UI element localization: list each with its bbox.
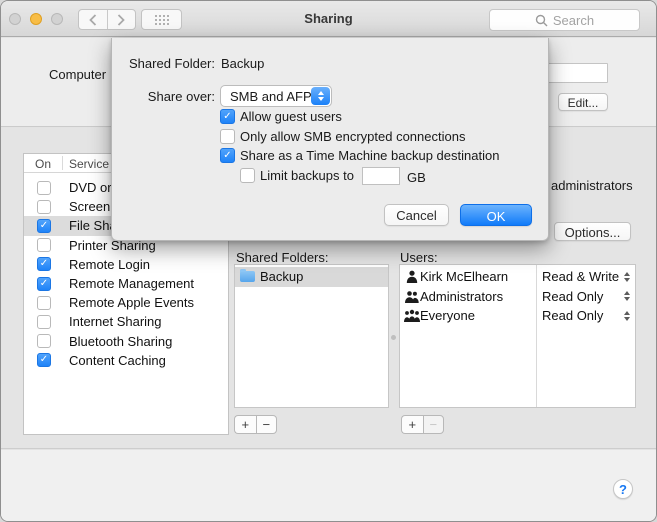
permission-stepper[interactable]	[624, 311, 630, 321]
add-folder-button[interactable]: +	[234, 415, 256, 434]
service-row-remote-login[interactable]: Remote Login	[24, 255, 228, 274]
search-placeholder: Search	[553, 13, 594, 28]
service-checkbox[interactable]	[37, 181, 51, 195]
folder-icon	[240, 271, 255, 282]
limit-gb-field[interactable]	[362, 167, 400, 185]
titlebar: Sharing Search	[1, 1, 656, 37]
user-name: Everyone	[420, 308, 475, 323]
service-row-remote-management[interactable]: Remote Management	[24, 274, 228, 293]
folder-name: Backup	[260, 269, 303, 284]
service-label: Bluetooth Sharing	[69, 334, 172, 349]
service-label: Content Caching	[69, 353, 166, 368]
add-user-button[interactable]: +	[401, 415, 423, 434]
permission-value: Read & Write	[542, 269, 619, 284]
shared-folders-label: Shared Folders:	[236, 250, 329, 265]
user-row-kirk[interactable]: Kirk McElhearn Read & Write	[400, 267, 635, 287]
shared-folder-value: Backup	[221, 56, 264, 71]
limit-backups-row: Limit backups to	[240, 168, 354, 183]
cancel-button[interactable]: Cancel	[384, 204, 449, 226]
service-checkbox[interactable]	[37, 238, 51, 252]
service-label: Internet Sharing	[69, 314, 162, 329]
smb-encrypted-checkbox[interactable]	[220, 129, 235, 144]
service-checkbox[interactable]	[37, 353, 51, 367]
user-name: Kirk McElhearn	[420, 269, 508, 284]
service-checkbox[interactable]	[37, 277, 51, 291]
group-icon	[403, 290, 420, 303]
time-machine-row: Share as a Time Machine backup destinati…	[220, 148, 499, 163]
ok-button[interactable]: OK	[460, 204, 532, 226]
remove-user-button: −	[423, 415, 445, 434]
search-field[interactable]: Search	[489, 9, 640, 31]
service-label: File Sha	[69, 218, 117, 233]
shared-folders-controls: + −	[234, 415, 277, 434]
users-label: Users:	[400, 250, 438, 265]
share-over-label: Share over:	[112, 89, 215, 104]
list-splitter-handle[interactable]	[391, 335, 396, 340]
permission-value: Read Only	[542, 308, 603, 323]
permission-value: Read Only	[542, 289, 603, 304]
service-checkbox[interactable]	[37, 219, 51, 233]
service-label: DVD or	[69, 180, 112, 195]
permission-stepper[interactable]	[624, 272, 630, 282]
bottom-bar	[1, 450, 656, 522]
service-row-internet-sharing[interactable]: Internet Sharing	[24, 312, 228, 331]
share-over-popup[interactable]: SMB and AFP	[220, 85, 332, 107]
column-header-service: Service	[69, 157, 109, 171]
sharing-preferences-window: Sharing Search Computer Edit... On Servi…	[0, 0, 657, 522]
service-checkbox[interactable]	[37, 315, 51, 329]
users-controls: + −	[401, 415, 444, 434]
help-button[interactable]: ?	[613, 479, 633, 499]
user-name: Administrators	[420, 289, 503, 304]
file-sharing-options-sheet: Shared Folder: Backup Share over: SMB an…	[111, 38, 549, 241]
time-machine-checkbox[interactable]	[220, 148, 235, 163]
time-machine-label: Share as a Time Machine backup destinati…	[240, 148, 499, 163]
service-row-bluetooth-sharing[interactable]: Bluetooth Sharing	[24, 332, 228, 351]
everyone-icon	[403, 309, 420, 322]
popup-stepper-icon	[311, 87, 330, 105]
users-list: Kirk McElhearn Read & Write Administrato…	[399, 264, 636, 408]
service-label: Remote Login	[69, 257, 150, 272]
allow-guest-users-checkbox[interactable]	[220, 109, 235, 124]
service-label: Remote Management	[69, 276, 194, 291]
service-row-content-caching[interactable]: Content Caching	[24, 351, 228, 370]
limit-backups-label: Limit backups to	[260, 168, 354, 183]
smb-encrypted-label: Only allow SMB encrypted connections	[240, 129, 465, 144]
allow-guest-users-row: Allow guest users	[220, 109, 342, 124]
single-user-icon	[403, 270, 420, 283]
shared-folder-label: Shared Folder:	[112, 56, 215, 71]
remove-folder-button[interactable]: −	[256, 415, 278, 434]
gb-unit-label: GB	[407, 170, 426, 185]
service-checkbox[interactable]	[37, 296, 51, 310]
user-row-everyone[interactable]: Everyone Read Only	[400, 306, 635, 326]
column-header-on: On	[35, 157, 51, 171]
computer-name-label: Computer	[49, 67, 106, 82]
service-label: Remote Apple Events	[69, 295, 194, 310]
share-over-value: SMB and AFP	[230, 89, 312, 104]
search-icon	[535, 14, 548, 27]
shared-folders-list: Backup	[234, 264, 389, 408]
permission-stepper[interactable]	[624, 291, 630, 301]
service-checkbox[interactable]	[37, 257, 51, 271]
limit-backups-checkbox[interactable]	[240, 168, 255, 183]
service-checkbox[interactable]	[37, 200, 51, 214]
shared-folder-row-backup[interactable]: Backup	[235, 267, 388, 287]
edit-button[interactable]: Edit...	[558, 93, 608, 111]
service-row-remote-apple-events[interactable]: Remote Apple Events	[24, 293, 228, 312]
smb-encrypted-row: Only allow SMB encrypted connections	[220, 129, 465, 144]
administrators-text-fragment: administrators	[551, 178, 633, 193]
column-divider	[62, 156, 63, 170]
service-label: Screen	[69, 199, 110, 214]
user-row-administrators[interactable]: Administrators Read Only	[400, 287, 635, 307]
allow-guest-users-label: Allow guest users	[240, 109, 342, 124]
service-checkbox[interactable]	[37, 334, 51, 348]
options-button[interactable]: Options...	[554, 222, 631, 241]
